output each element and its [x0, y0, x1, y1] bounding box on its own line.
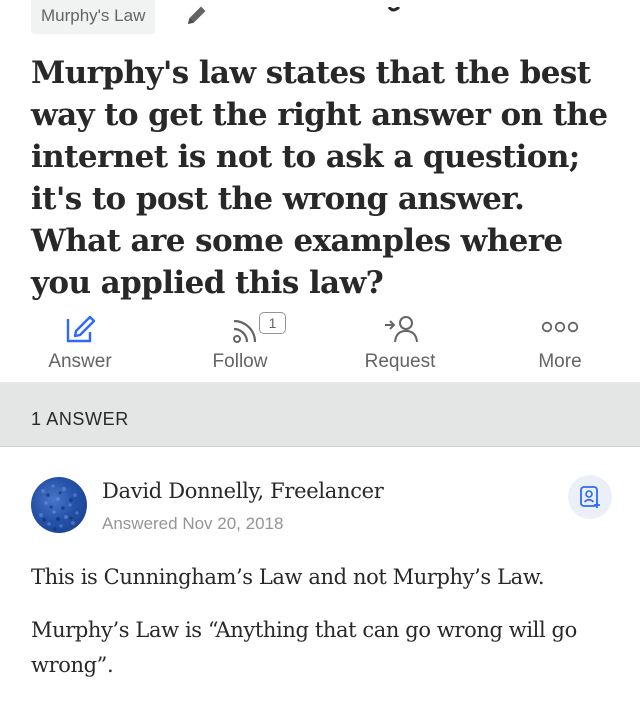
- answer-body: This is Cunningham’s Law and not Murphy’…: [31, 560, 621, 701]
- top-strip: Murphy's Law: [0, 0, 640, 40]
- answer-label: Answer: [48, 351, 112, 372]
- author-name[interactable]: David Donnelly, Freelancer: [102, 479, 384, 503]
- request-person-icon: [382, 312, 418, 351]
- answer-paragraph: This is Cunningham’s Law and not Murphy’…: [31, 565, 545, 589]
- follow-button[interactable]: 1 Follow: [160, 310, 320, 382]
- more-label: More: [538, 351, 582, 372]
- more-dots-icon: [541, 320, 579, 339]
- request-label: Request: [364, 351, 436, 372]
- cursor-fragment-icon: [387, 0, 401, 12]
- question-action-bar: Answer 1 Follow Request More: [0, 310, 640, 382]
- avatar[interactable]: [31, 477, 87, 533]
- answer-paragraph: Murphy’s Law is “Anything that can go wr…: [31, 618, 577, 677]
- answers-count: 1 ANSWER: [31, 409, 129, 429]
- edit-pencil-icon[interactable]: [184, 2, 210, 28]
- answer-date[interactable]: Answered Nov 20, 2018: [102, 514, 283, 534]
- answer-button[interactable]: Answer: [0, 310, 160, 382]
- more-button[interactable]: More: [480, 310, 640, 382]
- profile-card-button[interactable]: [568, 475, 612, 519]
- answers-header: 1 ANSWER: [0, 382, 640, 447]
- topic-chip[interactable]: Murphy's Law: [31, 0, 156, 34]
- follow-label: Follow: [212, 351, 268, 372]
- question-title: Murphy's law states that the best way to…: [31, 55, 608, 301]
- profile-badge-icon: [580, 486, 600, 508]
- request-button[interactable]: Request: [320, 310, 480, 382]
- follow-count-badge: 1: [259, 312, 286, 334]
- answer-pencil-icon: [63, 312, 97, 351]
